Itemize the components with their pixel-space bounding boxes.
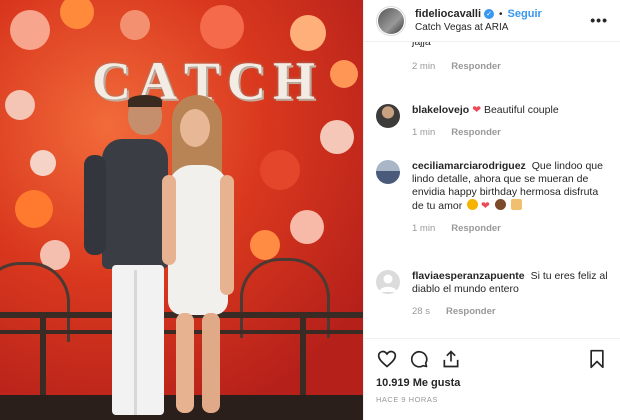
comment-age: 28 s <box>412 306 430 317</box>
header-text: fideliocavalli ✓ • Seguir Catch Vegas at… <box>415 8 542 33</box>
comment-meta: 1 min Responder <box>412 127 559 138</box>
avatar-image <box>378 7 404 34</box>
flower-decoration <box>260 150 300 190</box>
post-photo[interactable]: C A T C H <box>0 0 363 420</box>
comment-meta: 1 min Responder <box>412 223 608 234</box>
post-header: fideliocavalli ✓ • Seguir Catch Vegas at… <box>364 0 620 42</box>
red-heart-emoji-icon: ❤ <box>481 200 490 212</box>
cake-emoji-icon <box>510 199 522 210</box>
commenter-username[interactable]: flaviaesperanzapuente <box>412 270 525 282</box>
comment-content: blakelovejo ❤ Beautiful couple 1 min Resp… <box>412 104 559 138</box>
post-sidebar: fideliocavalli ✓ • Seguir Catch Vegas at… <box>363 0 620 420</box>
person-silhouette-icon <box>379 274 397 292</box>
reply-button[interactable]: Responder <box>451 223 501 234</box>
comment-meta: 28 s Responder <box>412 306 608 317</box>
post-timestamp[interactable]: HACE 9 HORAS <box>376 395 608 404</box>
reply-button[interactable]: Responder <box>446 306 496 317</box>
commenter-username[interactable]: blakelovejo <box>412 104 469 116</box>
comment-item: jajja 2 min Responder <box>412 42 608 72</box>
reply-button[interactable]: Responder <box>451 61 501 72</box>
woman-figure <box>150 95 240 420</box>
share-upload-icon[interactable] <box>440 348 462 370</box>
flower-decoration <box>320 120 354 154</box>
chocolate-emoji-icon <box>494 199 506 210</box>
flower-decoration <box>10 10 50 50</box>
commenter-avatar[interactable] <box>376 104 400 128</box>
comment-text-block: flaviaesperanzapuente Si tu eres feliz a… <box>412 270 608 296</box>
author-username[interactable]: fideliocavalli <box>415 8 481 20</box>
verified-badge-icon: ✓ <box>484 9 495 19</box>
comment-text-block: ceciliamarciarodriguez Que lindoo que li… <box>412 160 608 213</box>
comment-content: flaviaesperanzapuente Si tu eres feliz a… <box>412 270 608 317</box>
comment-meta: 2 min Responder <box>412 61 501 72</box>
comment-item: ceciliamarciarodriguez Que lindoo que li… <box>376 160 608 234</box>
railing-arch <box>240 258 330 338</box>
flower-decoration <box>200 5 244 49</box>
like-heart-icon[interactable] <box>376 348 398 370</box>
bookmark-save-icon[interactable] <box>586 348 608 370</box>
instagram-post-view: C A T C H fideliocavalli ✓ • Seguir Catc… <box>0 0 620 420</box>
comment-text-line: blakelovejo ❤ Beautiful couple <box>412 104 559 117</box>
red-heart-emoji-icon: ❤ <box>472 104 482 116</box>
flower-decoration <box>330 60 358 88</box>
more-options-icon[interactable]: ••• <box>590 12 608 28</box>
flexed-biceps-emoji-icon <box>467 199 479 210</box>
comment-item: flaviaesperanzapuente Si tu eres feliz a… <box>376 270 608 317</box>
sign-letter: H <box>273 51 317 111</box>
comment-bubble-icon[interactable] <box>408 348 430 370</box>
comment-age: 1 min <box>412 223 436 234</box>
comment-item: blakelovejo ❤ Beautiful couple 1 min Resp… <box>376 104 608 138</box>
commenter-username[interactable]: ceciliamarciarodriguez <box>412 160 526 172</box>
comment-age: 2 min <box>412 61 436 72</box>
comment-text: jajja <box>412 42 431 48</box>
separator-dot: • <box>499 8 503 20</box>
comment-age: 1 min <box>412 127 436 138</box>
flower-decoration <box>250 230 280 260</box>
flower-decoration <box>30 150 56 176</box>
author-avatar[interactable] <box>376 5 406 36</box>
flower-decoration <box>5 90 35 120</box>
flower-decoration <box>290 15 326 51</box>
flower-decoration <box>15 190 53 228</box>
location-link[interactable]: Catch Vegas at ARIA <box>415 22 542 33</box>
flower-decoration <box>120 10 150 40</box>
default-avatar-icon[interactable] <box>376 270 400 294</box>
flower-decoration <box>290 210 324 244</box>
follow-button[interactable]: Seguir <box>508 8 542 20</box>
commenter-avatar[interactable] <box>376 160 400 184</box>
comments-list[interactable]: jajja 2 min Responder blakelovejo ❤ Beaut… <box>364 42 620 338</box>
comment-content: jajja 2 min Responder <box>412 42 501 72</box>
comment-content: ceciliamarciarodriguez Que lindoo que li… <box>412 160 608 234</box>
post-actions: 10.919 Me gusta HACE 9 HORAS <box>364 338 620 420</box>
likes-count[interactable]: 10.919 Me gusta <box>376 377 608 389</box>
header-user-line: fideliocavalli ✓ • Seguir <box>415 8 542 20</box>
reply-button[interactable]: Responder <box>451 127 501 138</box>
flower-decoration <box>60 0 94 29</box>
action-icons-row <box>376 347 608 371</box>
comment-text: Beautiful couple <box>483 104 559 116</box>
